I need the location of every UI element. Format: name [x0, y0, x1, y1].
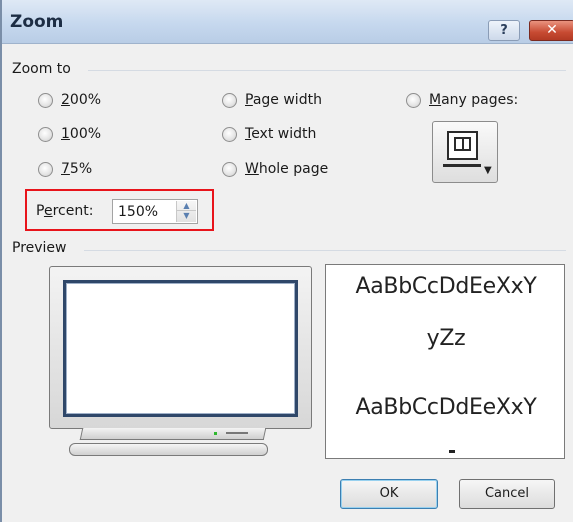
radio-button-icon — [406, 92, 421, 108]
pages-glyph — [454, 137, 471, 151]
preview-screen — [63, 280, 298, 417]
radio-label: Many pages: — [429, 92, 519, 108]
radio-75-percent[interactable]: 75% — [38, 161, 92, 177]
help-button[interactable]: ? — [488, 20, 520, 41]
monitor-base-icon — [69, 443, 268, 456]
monitor-base-glyph — [443, 164, 481, 167]
dialog-title: Zoom — [10, 12, 64, 32]
sample-text-line: yZz — [426, 326, 466, 351]
dropdown-arrow-icon: ▼ — [484, 165, 492, 176]
radio-button-icon — [222, 161, 237, 177]
radio-text-width[interactable]: Text width — [222, 126, 316, 142]
sample-text-line: AaBbCcDdEeXxY — [355, 395, 537, 420]
close-button[interactable]: ✕ — [529, 20, 573, 41]
spin-down-icon[interactable]: ▼ — [177, 211, 196, 221]
spin-up-icon[interactable]: ▲ — [177, 201, 196, 211]
title-bar: Zoom ? ✕ — [2, 0, 573, 44]
radio-button-icon — [38, 126, 53, 142]
zoom-to-group-line — [88, 70, 566, 71]
radio-button-icon — [222, 92, 237, 108]
sample-text-fragment — [449, 450, 455, 453]
help-icon: ? — [500, 23, 508, 38]
radio-button-icon — [38, 161, 53, 177]
zoom-dialog: Zoom ? ✕ Zoom to 200% 100% 75% Page widt… — [0, 0, 573, 522]
radio-200-percent[interactable]: 200% — [38, 92, 101, 108]
radio-100-percent[interactable]: 100% — [38, 126, 101, 142]
cancel-button[interactable]: Cancel — [459, 479, 555, 509]
percent-spin-buttons: ▲ ▼ — [176, 201, 196, 222]
radio-button-icon — [38, 92, 53, 108]
monitor-stand-icon — [79, 428, 267, 440]
monitor-led-icon — [214, 432, 217, 435]
radio-page-width[interactable]: Page width — [222, 92, 322, 108]
preview-monitor-image — [49, 266, 312, 429]
radio-label: Text width — [245, 126, 317, 142]
monitor-slot-icon — [226, 432, 248, 434]
many-pages-button[interactable]: ▼ — [432, 121, 498, 183]
sample-text-line: AaBbCcDdEeXxY — [355, 274, 537, 299]
radio-label: Page width — [245, 92, 322, 108]
radio-label: Whole page — [245, 161, 329, 177]
radio-button-icon — [222, 126, 237, 142]
radio-whole-page[interactable]: Whole page — [222, 161, 328, 177]
monitor-pages-icon — [447, 131, 478, 160]
close-icon: ✕ — [546, 22, 558, 38]
preview-group-line — [84, 250, 566, 251]
radio-label: 100% — [61, 126, 102, 142]
ok-button[interactable]: OK — [340, 479, 438, 509]
zoom-to-group-label: Zoom to — [12, 61, 75, 77]
radio-label: 75% — [61, 161, 93, 177]
percent-value: 150% — [118, 204, 159, 220]
radio-label: 200% — [61, 92, 102, 108]
font-sample-preview: AaBbCcDdEeXxY yZz AaBbCcDdEeXxY — [325, 264, 565, 459]
percent-highlight-box: Percent: 150% ▲ ▼ — [25, 189, 214, 231]
percent-spinbox[interactable]: 150% ▲ ▼ — [112, 199, 198, 224]
percent-label: Percent: — [36, 203, 94, 219]
radio-many-pages[interactable]: Many pages: — [406, 92, 518, 108]
preview-group-label: Preview — [12, 240, 71, 256]
